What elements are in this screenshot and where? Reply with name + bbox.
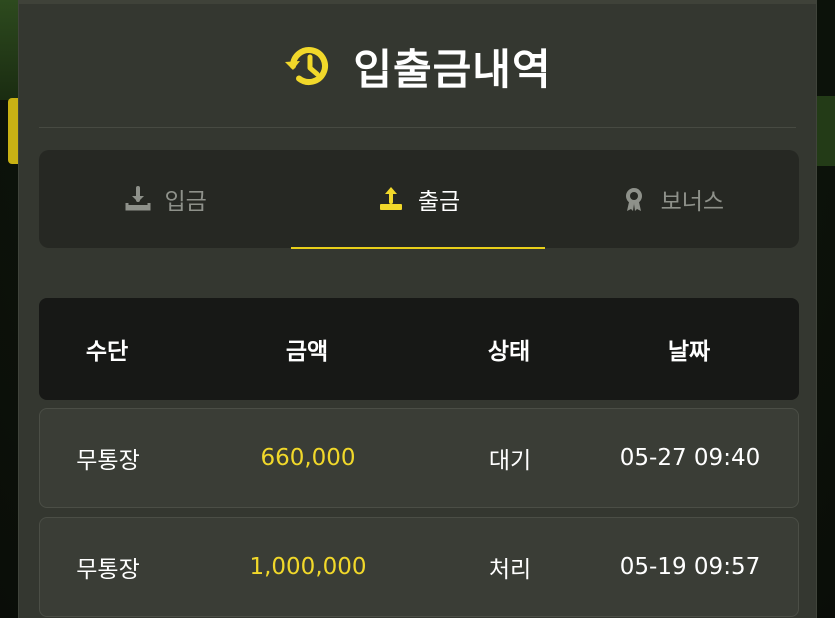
backdrop-right-strip <box>817 96 835 166</box>
row-method: 무통장 <box>76 557 140 583</box>
download-tray-icon <box>125 186 150 211</box>
history-tabs: 입금 출금 보너스 <box>39 150 799 248</box>
upload-tray-icon <box>379 187 402 210</box>
history-clock-icon <box>285 47 329 85</box>
row-status: 처리 <box>488 557 532 583</box>
row-amount: 1,000,000 <box>249 554 367 580</box>
award-ribbon-icon <box>625 188 642 211</box>
row-date: 05-19 09:57 <box>619 554 761 580</box>
backdrop-left-strip <box>0 0 18 100</box>
header-divider <box>39 127 796 128</box>
table-row: 무통장 660,000 대기 05-27 09:40 <box>39 408 799 508</box>
modal-top-edge <box>19 0 816 4</box>
transaction-history-modal: 입출금내역 입금 출금 보너스 수단 금액 상태 날짜 무통장 660,000 … <box>18 0 817 618</box>
column-header-date: 날짜 <box>667 339 711 365</box>
tab-deposit[interactable]: 입금 <box>39 150 292 248</box>
row-status: 대기 <box>488 448 532 474</box>
tab-bonus[interactable]: 보너스 <box>546 150 799 248</box>
modal-header: 입출금내역 <box>19 34 816 98</box>
tab-deposit-label: 입금 <box>164 189 207 215</box>
column-header-method: 수단 <box>85 339 129 365</box>
row-method: 무통장 <box>76 448 140 474</box>
column-header-amount: 금액 <box>285 339 329 365</box>
tab-withdrawal-label: 출금 <box>417 189 461 215</box>
tab-withdrawal[interactable]: 출금 <box>292 150 545 248</box>
column-header-status: 상태 <box>487 339 531 365</box>
table-row: 무통장 1,000,000 처리 05-19 09:57 <box>39 517 799 617</box>
table-header: 수단 금액 상태 날짜 <box>39 298 799 400</box>
row-amount: 660,000 <box>260 445 356 471</box>
page-title: 입출금내역 <box>353 44 552 94</box>
tab-bonus-label: 보너스 <box>660 189 725 215</box>
active-tab-indicator <box>291 247 545 249</box>
row-date: 05-27 09:40 <box>619 445 761 471</box>
